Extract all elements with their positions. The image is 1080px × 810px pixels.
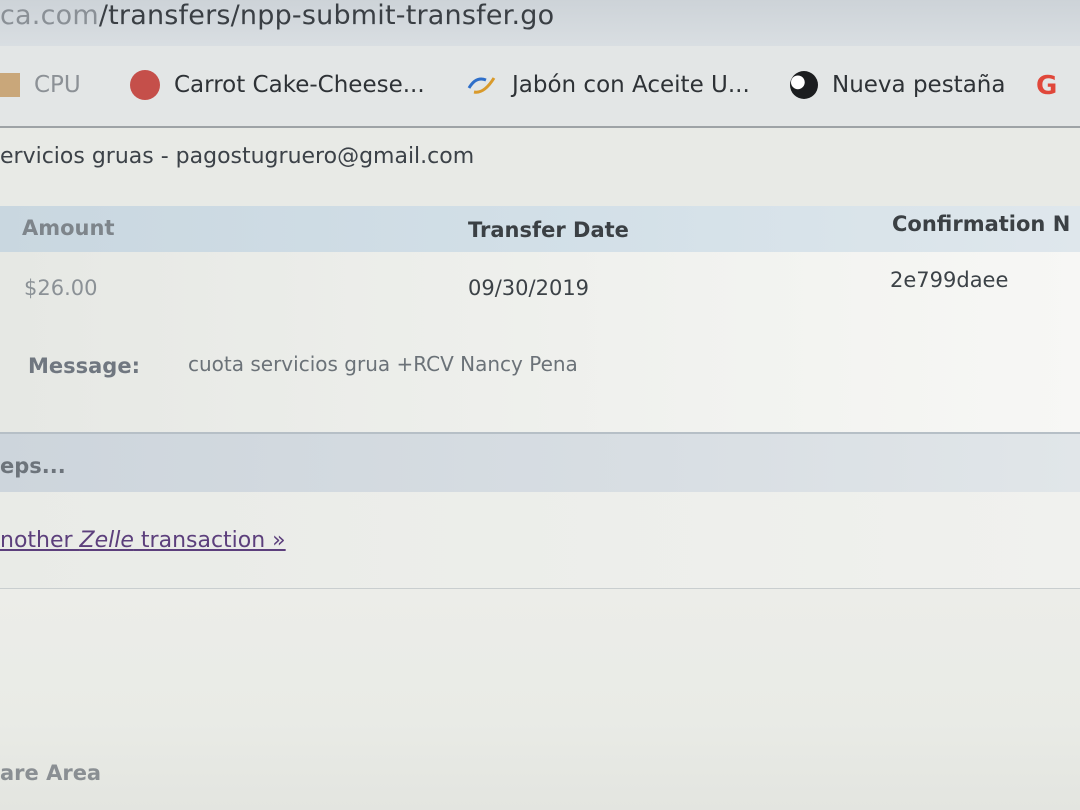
transfer-row: $26.00 09/30/2019 2e799daee Message: cuo…	[0, 252, 1080, 432]
bookmark-jabon[interactable]: Jabón con Aceite U...	[466, 70, 750, 100]
bookmark-cpu[interactable]: CPU	[0, 70, 81, 100]
address-bar[interactable]: ca.com/transfers/npp-submit-transfer.go	[0, 0, 1080, 46]
url-text[interactable]: ca.com/transfers/npp-submit-transfer.go	[0, 0, 554, 31]
column-header-amount: Amount	[22, 216, 115, 240]
carrot-cake-icon	[130, 70, 160, 100]
cpu-icon	[0, 73, 20, 97]
link-prefix: nother	[0, 528, 80, 553]
link-suffix: transaction »	[133, 528, 286, 553]
next-steps-header: eps...	[0, 432, 1080, 494]
bookmark-label: Jabón con Aceite U...	[512, 72, 750, 98]
bookmark-carrot-cake[interactable]: Carrot Cake-Cheese...	[130, 70, 425, 100]
bookmark-nueva-pestana[interactable]: ● Nueva pestaña	[790, 70, 1005, 100]
message-label: Message:	[28, 354, 140, 378]
url-path: /transfers/npp-submit-transfer.go	[98, 0, 555, 31]
amount-value: $26.00	[24, 276, 98, 300]
payee-text: ervicios gruas - pagostugruero@gmail.com	[0, 144, 475, 169]
bookmark-google[interactable]: G	[1036, 70, 1078, 101]
another-zelle-transaction-link[interactable]: nother Zelle transaction »	[0, 528, 286, 553]
next-steps-label: eps...	[0, 454, 66, 478]
zelle-brand-text: Zelle	[79, 528, 134, 553]
actions-area: nother Zelle transaction »	[0, 492, 1080, 589]
payee-header: ervicios gruas - pagostugruero@gmail.com	[0, 128, 1080, 206]
share-area-heading: are Area	[0, 761, 102, 785]
bookmark-label: Nueva pestaña	[832, 72, 1006, 98]
bookmark-label: Carrot Cake-Cheese...	[174, 72, 425, 98]
google-icon: G	[1036, 71, 1058, 101]
confirmation-number-value: 2e799daee	[890, 268, 1009, 292]
column-header-confirmation: Confirmation N	[892, 212, 1071, 236]
url-domain: ca.com	[0, 0, 99, 31]
column-header-transfer-date: Transfer Date	[468, 218, 629, 242]
page-body: are Area	[0, 589, 1080, 810]
bookmark-label: CPU	[34, 72, 81, 98]
globe-icon: ●	[790, 71, 818, 99]
transfer-table-header: Amount Transfer Date Confirmation N	[0, 206, 1080, 252]
transfer-date-value: 09/30/2019	[468, 276, 590, 300]
message-text: cuota servicios grua +RCV Nancy Pena	[188, 352, 578, 376]
jabon-icon	[466, 74, 498, 96]
bookmarks-bar: CPU Carrot Cake-Cheese... Jabón con Acei…	[0, 46, 1080, 128]
